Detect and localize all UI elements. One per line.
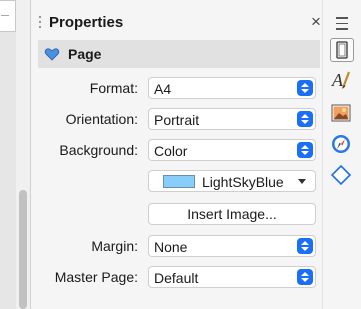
margin-value: None: [154, 239, 188, 255]
background-label: Background:: [59, 142, 138, 158]
tab-shapes[interactable]: [330, 164, 352, 186]
dropdown-arrow-icon: [297, 142, 313, 158]
gallery-icon: [331, 104, 351, 122]
background-color-picker[interactable]: LightSkyBlue: [148, 170, 316, 192]
deck-title: Properties: [49, 14, 124, 31]
orientation-select[interactable]: Portrait: [148, 108, 316, 130]
scrollbar-thumb[interactable]: [19, 190, 27, 309]
hamburger-menu-icon[interactable]: [332, 12, 352, 32]
navigator-icon: [332, 135, 350, 153]
master-page-value: Default: [154, 270, 199, 286]
heart-icon: [44, 48, 60, 61]
master-page-select[interactable]: Default: [148, 266, 316, 288]
background-value: Color: [154, 143, 188, 159]
drag-handle-icon[interactable]: [38, 16, 42, 32]
tabbar-divider: [322, 0, 323, 309]
panel-title: Page: [68, 46, 102, 62]
format-value: A4: [154, 81, 172, 97]
styles-icon: A: [331, 70, 351, 90]
panel-header-page[interactable]: Page: [38, 40, 320, 68]
insert-image-button[interactable]: Insert Image...: [148, 203, 316, 225]
format-label: Format:: [89, 80, 138, 96]
document-canvas: [0, 0, 16, 309]
dropdown-arrow-icon: [297, 80, 313, 96]
vertical-scrollbar[interactable]: [16, 0, 31, 309]
chevron-down-icon: [298, 179, 306, 184]
dropdown-arrow-icon: [297, 111, 313, 127]
tab-properties[interactable]: [330, 38, 354, 62]
tab-navigator[interactable]: [330, 133, 352, 155]
tab-gallery[interactable]: [330, 102, 352, 124]
shapes-icon: [330, 164, 352, 186]
dropdown-arrow-icon: [297, 238, 313, 254]
tab-styles[interactable]: A: [330, 68, 352, 90]
document-page-edge: [0, 0, 16, 32]
color-name: LightSkyBlue: [202, 174, 284, 190]
format-select[interactable]: A4: [148, 77, 316, 99]
properties-page-icon: [336, 41, 348, 59]
orientation-label: Orientation:: [65, 111, 138, 127]
background-select[interactable]: Color: [148, 139, 316, 161]
color-swatch: [163, 175, 195, 188]
margin-select[interactable]: None: [148, 235, 316, 257]
margin-label: Margin:: [91, 238, 138, 254]
orientation-value: Portrait: [154, 112, 200, 128]
dropdown-arrow-icon: [297, 269, 313, 285]
svg-text:A: A: [331, 70, 344, 90]
master-page-label: Master Page:: [54, 269, 138, 285]
close-deck-button[interactable]: ×: [306, 12, 326, 32]
